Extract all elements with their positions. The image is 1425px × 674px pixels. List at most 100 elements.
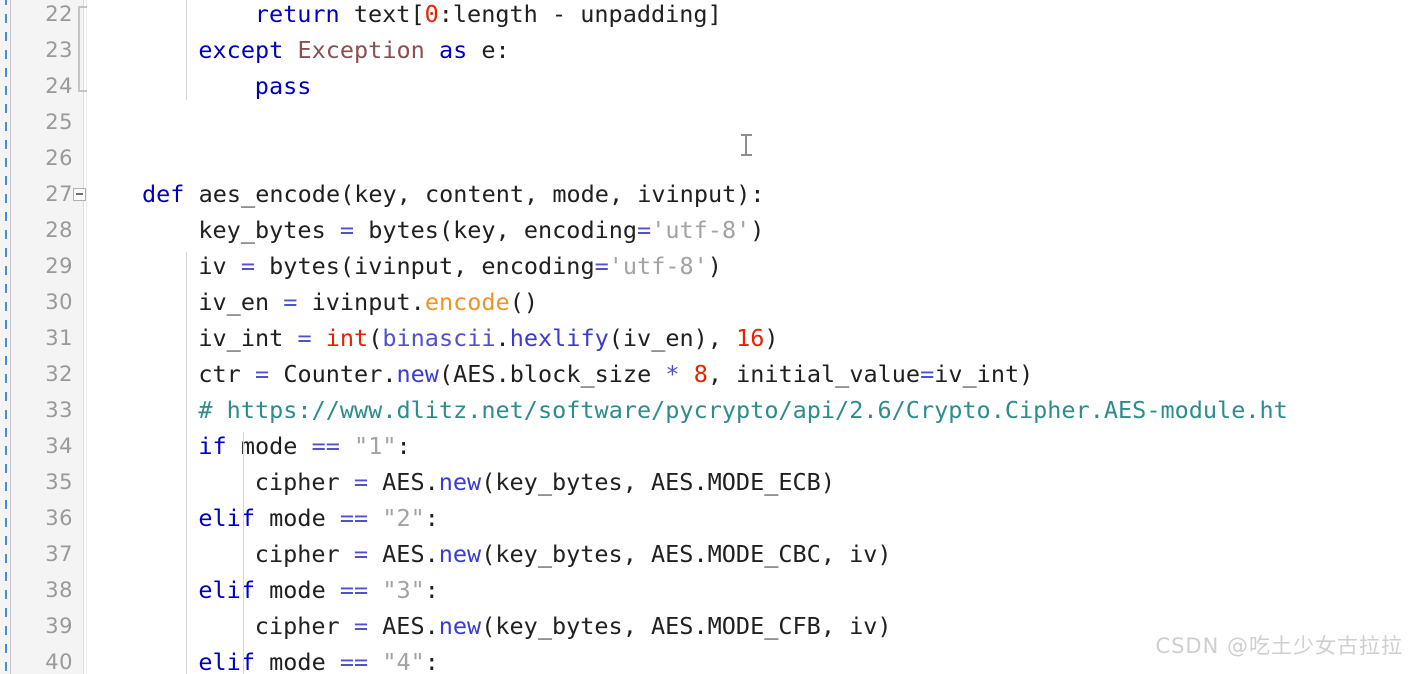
identifier: iv_en (198, 288, 270, 316)
indent-guide (186, 0, 188, 100)
vcs-changed-lines-marker[interactable] (5, 0, 7, 674)
identifier: key_bytes (495, 540, 623, 568)
identifier: key_bytes (495, 612, 623, 640)
csdn-watermark: CSDN @吃土少女古拉拉 (1155, 634, 1403, 658)
identifier: bytes (269, 252, 340, 280)
code-editor[interactable]: 22 23 24 25 26 27 28 29 30 31 32 33 34 35 36 37 38 39 40 r… (0, 0, 1425, 674)
identifier: iv (849, 540, 878, 568)
identifier: cipher (254, 540, 340, 568)
identifier: unpadding (580, 0, 708, 28)
method-call: new (438, 612, 482, 640)
text-cursor-ibeam (741, 133, 752, 157)
code-line[interactable]: elif mode == "3": (198, 572, 439, 608)
identifier: mode (269, 576, 326, 604)
indent-guide (186, 252, 188, 674)
identifier: initial_value (736, 360, 921, 388)
code-line[interactable]: pass (255, 68, 312, 104)
identifier: cipher (254, 612, 340, 640)
operator: = (297, 324, 312, 352)
operator: * (665, 360, 680, 388)
method-call: new (438, 468, 482, 496)
identifier: ctr (198, 360, 241, 388)
code-line[interactable]: except Exception as e: (198, 32, 509, 68)
indent-guide (242, 432, 244, 674)
operator: = (283, 288, 298, 316)
code-line[interactable]: def aes_encode(key, content, mode, ivinp… (142, 176, 765, 212)
code-text-area[interactable]: return text[0:length - unpadding] except … (87, 0, 1425, 674)
identifier: key_bytes (198, 216, 326, 244)
identifier: Counter (283, 360, 383, 388)
identifier: length (452, 0, 538, 28)
code-line[interactable]: iv = bytes(ivinput, encoding='utf-8') (198, 248, 722, 284)
module-name: binascii (382, 324, 496, 352)
method-call: hexlify (509, 324, 609, 352)
identifier: AES (651, 468, 694, 496)
identifier: bytes (368, 216, 439, 244)
identifier: ivinput (637, 180, 737, 208)
identifier: MODE_ECB (707, 468, 821, 496)
code-comment: # https://www.dlitz.net/software/pycrypt… (198, 396, 1288, 424)
operator: = (339, 216, 355, 244)
identifier: ivinput (311, 288, 411, 316)
identifier: key (354, 180, 397, 208)
identifier: key (453, 216, 496, 244)
operator: == (339, 576, 369, 604)
keyword: elif (198, 576, 255, 604)
code-line[interactable]: ctr = Counter.new(AES.block_size * 8, in… (198, 356, 1033, 392)
method-call: new (396, 360, 439, 388)
code-line[interactable]: cipher = AES.new(key_bytes, AES.MODE_ECB… (255, 464, 835, 500)
string-literal: 'utf-8' (651, 216, 751, 244)
identifier: iv (198, 252, 227, 280)
ibeam-bottom-cap (741, 154, 752, 156)
code-line[interactable]: key_bytes = bytes(key, encoding='utf-8') (198, 212, 764, 248)
method-call: encode (424, 288, 510, 316)
string-literal: "1" (354, 432, 397, 460)
string-literal: 'utf-8' (608, 252, 708, 280)
operator: = (240, 252, 255, 280)
identifier: AES (651, 612, 694, 640)
operator: = (353, 540, 368, 568)
code-line[interactable]: # https://www.dlitz.net/software/pycrypt… (198, 392, 1287, 428)
identifier: iv (849, 612, 878, 640)
keyword: pass (254, 72, 312, 100)
code-line[interactable]: cipher = AES.new(key_bytes, AES.MODE_CBC… (255, 536, 892, 572)
method-call: new (438, 540, 482, 568)
operator: == (311, 432, 340, 460)
identifier: iv_int (934, 360, 1020, 388)
string-literal: "4" (382, 648, 425, 674)
identifier: MODE_CBC (707, 540, 821, 568)
operator: = (255, 360, 270, 388)
identifier: AES (382, 540, 425, 568)
code-line[interactable]: elif mode == "4": (198, 644, 439, 674)
fold-box-def-aes-encode[interactable] (73, 188, 86, 201)
identifier: MODE_CFB (707, 612, 821, 640)
identifier: key_bytes (495, 468, 623, 496)
operator: == (339, 504, 369, 532)
identifier: content (425, 180, 525, 208)
identifier: ivinput (354, 252, 454, 280)
code-line[interactable]: cipher = AES.new(key_bytes, AES.MODE_CFB… (255, 608, 892, 644)
identifier: iv_en (622, 324, 694, 352)
code-line[interactable]: iv_int = int(binascii.hexlify(iv_en), 16… (198, 320, 778, 356)
identifier: iv_int (198, 324, 284, 352)
code-line[interactable]: iv_en = ivinput.encode() (198, 284, 538, 320)
identifier: text (353, 0, 411, 28)
ibeam-stem (745, 135, 747, 155)
identifier: mode (552, 180, 609, 208)
keyword: return (254, 0, 340, 28)
code-line[interactable]: if mode == "1": (198, 428, 410, 464)
keyword: as (438, 36, 468, 64)
operator: = (920, 360, 935, 388)
operator: = (637, 216, 652, 244)
identifier: AES (382, 468, 425, 496)
keyword: elif (198, 648, 255, 674)
code-line[interactable]: return text[0:length - unpadding] (255, 0, 722, 32)
number-literal: 8 (693, 360, 708, 388)
code-line[interactable]: elif mode == "2": (198, 500, 439, 536)
operator: == (339, 648, 369, 674)
builtin-function: int (325, 324, 369, 352)
builtin-class: Exception (297, 36, 425, 64)
identifier: e (481, 36, 496, 64)
identifier: AES (651, 540, 694, 568)
operator: = (353, 468, 368, 496)
